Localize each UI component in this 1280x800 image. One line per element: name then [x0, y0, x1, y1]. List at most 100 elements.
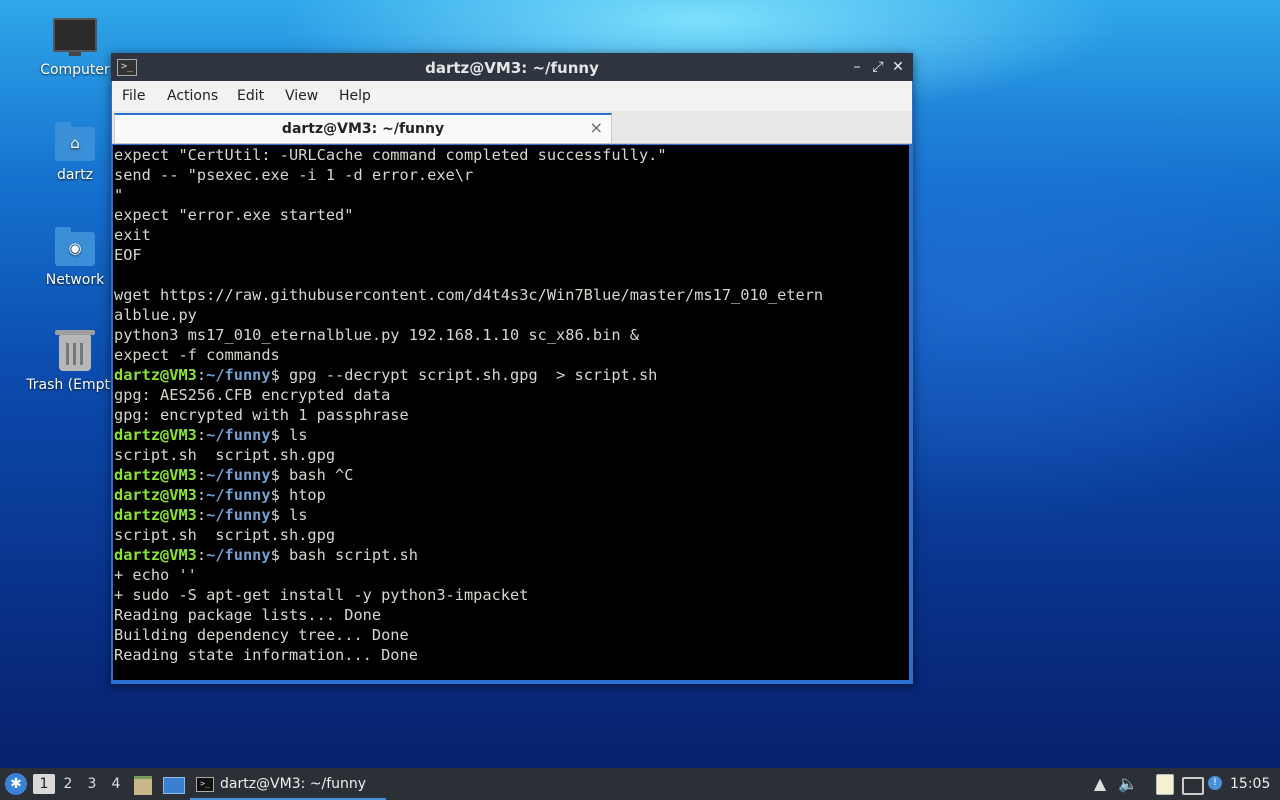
terminal-output-line: python3 ms17_010_eternalblue.py 192.168.…: [114, 326, 639, 344]
terminal-output-line: Reading state information... Done: [114, 646, 418, 664]
terminal-output-line: send -- "psexec.exe -i 1 -d error.exe\r: [114, 166, 474, 184]
terminal-output-line: script.sh script.sh.gpg: [114, 526, 336, 544]
prompt-path: ~/funny: [206, 486, 271, 504]
file-manager-icon[interactable]: [134, 768, 154, 800]
terminal-output-line: expect "error.exe started": [114, 206, 354, 224]
prompt-user: dartz@VM3: [114, 506, 197, 524]
terminal-output-line: script.sh script.sh.gpg: [114, 446, 336, 464]
tab-close-icon[interactable]: ×: [590, 118, 603, 137]
terminal-output-line: ": [114, 186, 124, 204]
tab-terminal[interactable]: dartz@VM3: ~/funny ×: [114, 113, 612, 143]
terminal-app-icon: >_: [196, 776, 214, 792]
taskbar-item-label: dartz@VM3: ~/funny: [220, 776, 367, 792]
prompt-user: dartz@VM3: [114, 366, 197, 384]
prompt-path: ~/funny: [206, 546, 271, 564]
terminal-output[interactable]: expect "CertUtil: -URLCache command comp…: [113, 145, 909, 680]
tab-label: dartz@VM3: ~/funny: [281, 121, 445, 137]
terminal-output-line: expect "CertUtil: -URLCache command comp…: [114, 146, 667, 164]
prompt-path: ~/funny: [206, 366, 271, 384]
terminal-command-line: dartz@VM3:~/funny$ ls: [113, 505, 909, 525]
prompt-colon: :: [196, 486, 207, 504]
terminal-output-line: gpg: AES256.CFB encrypted data: [114, 386, 391, 404]
show-desktop-icon[interactable]: [163, 768, 185, 800]
volume-up-icon[interactable]: ▲: [1090, 768, 1110, 800]
menu-actions[interactable]: Actions: [167, 88, 218, 104]
clipboard-icon[interactable]: [1155, 768, 1175, 800]
desktop-icon-label: Computer: [40, 62, 110, 78]
terminal-output-line: EOF: [114, 246, 142, 264]
prompt-sign: $: [270, 366, 280, 384]
terminal-output-line: Reading package lists... Done: [114, 606, 382, 624]
prompt-colon: :: [196, 466, 207, 484]
command-text: gpg --decrypt script.sh.gpg > script.sh: [279, 366, 658, 384]
network-folder-icon: ◉: [55, 227, 95, 266]
update-notifier-icon[interactable]: !: [1208, 768, 1226, 800]
command-text: ls: [279, 426, 308, 444]
command-text: bash script.sh: [279, 546, 418, 564]
prompt-user: dartz@VM3: [114, 486, 197, 504]
terminal-output-line: Building dependency tree... Done: [114, 626, 409, 644]
command-text: ls: [279, 506, 308, 524]
terminal-output-line: alblue.py: [114, 306, 197, 324]
tab-bar: dartz@VM3: ~/funny ×: [112, 111, 912, 144]
trash-icon: [55, 330, 95, 371]
menu-help[interactable]: Help: [339, 88, 371, 104]
taskbar: ✱ 1 2 3 4 >_ dartz@VM3: ~/funny ▲ 🔈 ! 15:…: [0, 768, 1280, 800]
desktop-icon-label: dartz: [56, 167, 94, 183]
terminal-command-line: dartz@VM3:~/funny$ bash script.sh: [113, 545, 909, 565]
terminal-output-line: + echo '': [114, 566, 197, 584]
terminal-command-line: dartz@VM3:~/funny$ bash ^C: [113, 465, 909, 485]
maximize-button[interactable]: ⤢: [869, 58, 887, 76]
prompt-user: dartz@VM3: [114, 546, 197, 564]
workspace-3[interactable]: 3: [81, 768, 103, 800]
terminal-window[interactable]: >_ dartz@VM3: ~/funny – ⤢ ✕ File Actions…: [111, 53, 913, 684]
prompt-user: dartz@VM3: [114, 466, 197, 484]
computer-icon: [53, 18, 97, 56]
terminal-command-line: dartz@VM3:~/funny$ ls: [113, 425, 909, 445]
command-text: htop: [279, 486, 326, 504]
prompt-colon: :: [196, 366, 207, 384]
minimize-button[interactable]: –: [848, 58, 866, 76]
terminal-output-line: exit: [114, 226, 151, 244]
workspace-4[interactable]: 4: [105, 768, 127, 800]
speaker-icon[interactable]: 🔈: [1117, 768, 1139, 800]
terminal-command-line: dartz@VM3:~/funny$ htop: [113, 485, 909, 505]
workspace-1[interactable]: 1: [33, 774, 55, 794]
terminal-output-line: gpg: encrypted with 1 passphrase: [114, 406, 409, 424]
home-folder-icon: ⌂: [55, 122, 95, 161]
command-text: bash ^C: [279, 466, 354, 484]
terminal-output-line: + sudo -S apt-get install -y python3-imp…: [114, 586, 529, 604]
prompt-sign: $: [270, 486, 280, 504]
menu-bar: File Actions Edit View Help: [112, 81, 912, 111]
taskbar-item-terminal[interactable]: >_ dartz@VM3: ~/funny: [190, 768, 386, 800]
menu-edit[interactable]: Edit: [237, 88, 264, 104]
network-status-icon[interactable]: [1181, 768, 1205, 800]
terminal-output-line: expect -f commands: [114, 346, 280, 364]
prompt-path: ~/funny: [206, 506, 271, 524]
prompt-sign: $: [270, 466, 280, 484]
prompt-colon: :: [196, 506, 207, 524]
menu-file[interactable]: File: [122, 88, 145, 104]
prompt-sign: $: [270, 506, 280, 524]
close-button[interactable]: ✕: [889, 58, 907, 76]
prompt-sign: $: [270, 546, 280, 564]
clock[interactable]: 15:05: [1230, 768, 1270, 800]
desktop-icon-label: Network: [45, 272, 105, 288]
prompt-sign: $: [270, 426, 280, 444]
terminal-output-line: wget https://raw.githubusercontent.com/d…: [114, 286, 824, 304]
desktop-icon-network[interactable]: ◉ Network: [30, 227, 120, 288]
prompt-path: ~/funny: [206, 426, 271, 444]
terminal-command-line: dartz@VM3:~/funny$ gpg --decrypt script.…: [113, 365, 909, 385]
window-titlebar[interactable]: >_ dartz@VM3: ~/funny – ⤢ ✕: [111, 53, 913, 81]
prompt-user: dartz@VM3: [114, 426, 197, 444]
menu-view[interactable]: View: [285, 88, 318, 104]
desktop-icon-computer[interactable]: Computer: [30, 18, 120, 78]
prompt-colon: :: [196, 546, 207, 564]
workspace-2[interactable]: 2: [57, 768, 79, 800]
window-title: dartz@VM3: ~/funny: [425, 59, 599, 77]
start-menu-icon[interactable]: ✱: [5, 773, 27, 795]
prompt-path: ~/funny: [206, 466, 271, 484]
desktop-icon-home[interactable]: ⌂ dartz: [30, 122, 120, 183]
prompt-colon: :: [196, 426, 207, 444]
